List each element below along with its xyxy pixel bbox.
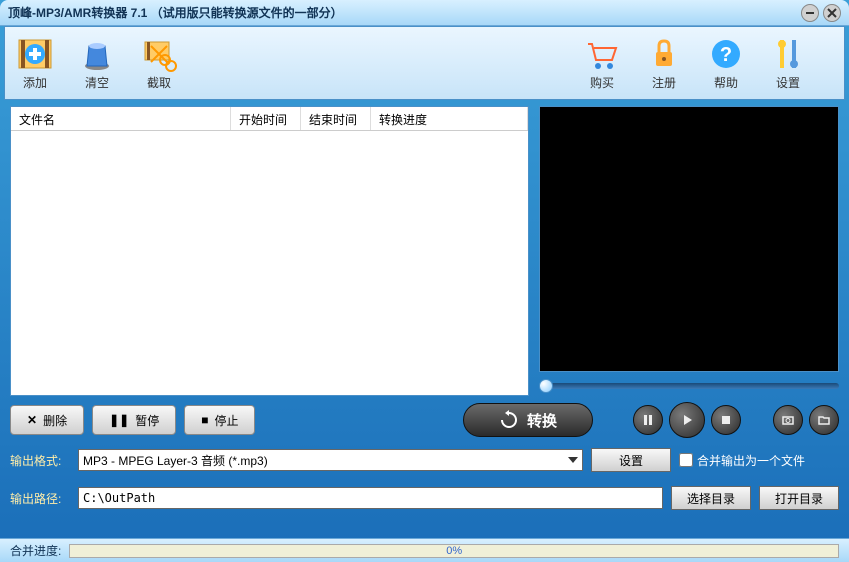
table-header: 文件名 开始时间 结束时间 转换进度 [11, 107, 528, 131]
help-button[interactable]: ? 帮助 [708, 36, 744, 91]
cut-icon [141, 36, 177, 72]
window-title: 顶峰-MP3/AMR转换器 7.1 （试用版只能转换源文件的一部分） [8, 4, 801, 21]
cut-button[interactable]: 截取 [141, 36, 177, 91]
format-settings-button[interactable]: 设置 [591, 448, 671, 472]
delete-button[interactable]: ✕ 删除 [10, 405, 84, 435]
col-end-time[interactable]: 结束时间 [301, 107, 371, 130]
merge-progress-bar: 0% [69, 544, 839, 558]
x-icon: ✕ [27, 413, 37, 427]
toolbar: 添加 清空 截取 购买 注册 ? 帮助 设置 [4, 26, 845, 100]
pause-button[interactable]: ❚❚ 暂停 [92, 405, 176, 435]
close-button[interactable] [823, 4, 841, 22]
stop-button[interactable]: ■ 停止 [184, 405, 255, 435]
right-panel [539, 106, 839, 396]
seek-bar[interactable] [539, 376, 839, 396]
merge-checkbox-input[interactable] [679, 453, 693, 467]
add-button[interactable]: 添加 [17, 36, 53, 91]
footer: 合并进度: 0% [0, 538, 849, 562]
media-stop-button[interactable] [711, 405, 741, 435]
main-area: 文件名 开始时间 结束时间 转换进度 [10, 106, 839, 396]
titlebar: 顶峰-MP3/AMR转换器 7.1 （试用版只能转换源文件的一部分） [0, 0, 849, 26]
format-select[interactable]: MP3 - MPEG Layer-3 音频 (*.mp3) [78, 449, 583, 471]
open-folder-button[interactable] [809, 405, 839, 435]
help-icon: ? [708, 36, 744, 72]
col-progress[interactable]: 转换进度 [371, 107, 528, 130]
minimize-button[interactable] [801, 4, 819, 22]
control-row: ✕ 删除 ❚❚ 暂停 ■ 停止 转换 [10, 402, 839, 438]
merge-progress-label: 合并进度: [10, 542, 61, 559]
media-controls [633, 402, 839, 438]
svg-text:?: ? [720, 44, 732, 66]
path-label: 输出路径: [10, 490, 70, 507]
cart-icon [584, 36, 620, 72]
file-table: 文件名 开始时间 结束时间 转换进度 [10, 106, 529, 396]
lock-icon [646, 36, 682, 72]
pause-icon: ❚❚ [109, 413, 129, 427]
snapshot-button[interactable] [773, 405, 803, 435]
col-filename[interactable]: 文件名 [11, 107, 231, 130]
add-icon [17, 36, 53, 72]
stop-icon: ■ [201, 413, 208, 427]
output-area: 输出格式: MP3 - MPEG Layer-3 音频 (*.mp3) 设置 合… [10, 446, 839, 512]
seek-thumb[interactable] [539, 379, 553, 393]
merge-progress-percent: 0% [446, 545, 462, 557]
buy-button[interactable]: 购买 [584, 36, 620, 91]
media-pause-button[interactable] [633, 405, 663, 435]
convert-button[interactable]: 转换 [463, 403, 593, 437]
chevron-down-icon [568, 457, 578, 463]
clear-icon [79, 36, 115, 72]
browse-button[interactable]: 选择目录 [671, 486, 751, 510]
merge-checkbox[interactable]: 合并输出为一个文件 [679, 452, 839, 469]
refresh-icon [499, 410, 519, 430]
table-body[interactable] [11, 131, 528, 395]
tools-icon [770, 36, 806, 72]
col-start-time[interactable]: 开始时间 [231, 107, 301, 130]
open-dir-button[interactable]: 打开目录 [759, 486, 839, 510]
register-button[interactable]: 注册 [646, 36, 682, 91]
media-play-button[interactable] [669, 402, 705, 438]
left-panel: 文件名 开始时间 结束时间 转换进度 [10, 106, 529, 396]
settings-button[interactable]: 设置 [770, 36, 806, 91]
clear-button[interactable]: 清空 [79, 36, 115, 91]
format-label: 输出格式: [10, 452, 70, 469]
titlebar-buttons [801, 4, 841, 22]
preview-area [539, 106, 839, 372]
path-input[interactable] [78, 487, 663, 509]
